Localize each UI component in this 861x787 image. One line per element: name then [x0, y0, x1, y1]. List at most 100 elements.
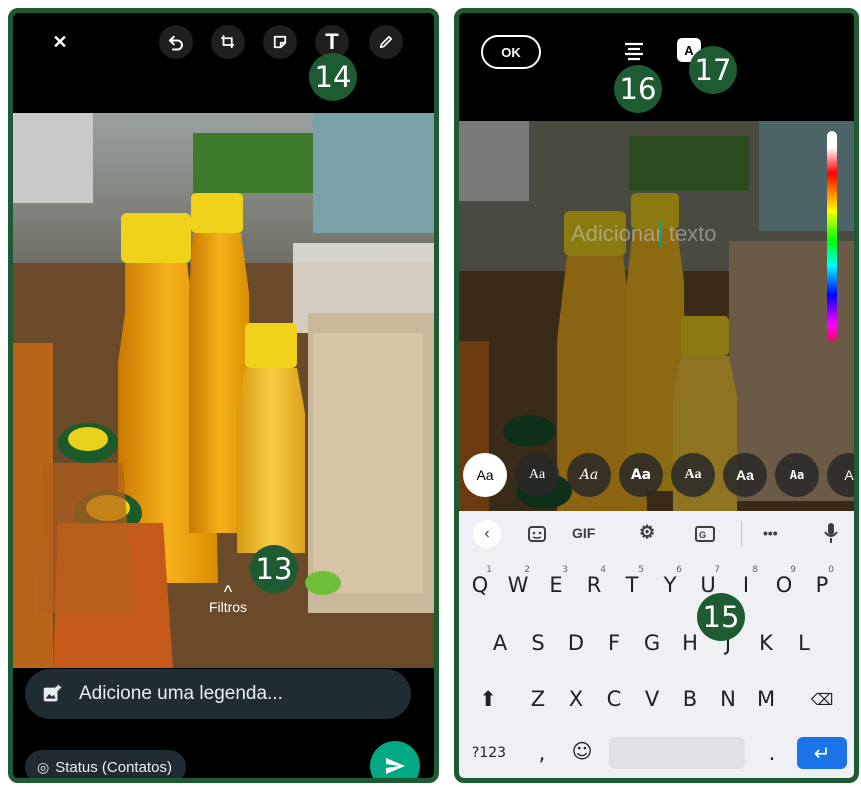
emoji-sticker-icon[interactable]: [527, 525, 547, 543]
key-y[interactable]: Y6: [653, 563, 687, 607]
key-number-hint: 4: [600, 565, 606, 575]
key-g[interactable]: G: [635, 621, 669, 665]
key-x[interactable]: X: [559, 677, 593, 721]
text-align-icon[interactable]: [621, 38, 647, 64]
callout-toolbar: 14: [309, 53, 357, 101]
filters-button[interactable]: ^ Filtros: [193, 582, 263, 615]
text-input-placeholder[interactable]: Adicionar texto: [571, 221, 717, 247]
key-s[interactable]: S: [521, 621, 555, 665]
spacebar[interactable]: [609, 737, 745, 769]
key-p[interactable]: P0: [805, 563, 839, 607]
backspace-icon[interactable]: ⌫: [805, 677, 839, 721]
key-number-hint: 7: [714, 565, 720, 575]
key-n[interactable]: N: [711, 677, 745, 721]
font-option[interactable]: Aa: [775, 453, 819, 497]
close-icon-glyph: ✕: [52, 31, 68, 52]
symbols-key[interactable]: ?123: [465, 731, 513, 775]
status-icon: ◎: [37, 758, 50, 775]
key-o[interactable]: O9: [767, 563, 801, 607]
text-cursor: [660, 221, 662, 247]
key-t[interactable]: T5: [615, 563, 649, 607]
undo-icon-glyph: [168, 35, 183, 51]
font-option[interactable]: Aa: [515, 453, 559, 497]
emoji-key-icon[interactable]: ☺: [565, 729, 599, 773]
key-v[interactable]: V: [635, 677, 669, 721]
key-w[interactable]: W2: [501, 563, 535, 607]
pencil-icon-glyph: [379, 35, 393, 49]
send-icon: [386, 758, 405, 774]
crop-rotate-icon[interactable]: [211, 25, 245, 59]
settings-gear-icon[interactable]: ⚙: [639, 522, 655, 543]
more-options-icon[interactable]: •••: [763, 525, 778, 541]
comma-key[interactable]: ,: [525, 731, 559, 775]
text-tool-glyph: T: [325, 29, 339, 54]
period-key[interactable]: .: [755, 731, 789, 775]
key-number-hint: 0: [828, 565, 834, 575]
key-f[interactable]: F: [597, 621, 631, 665]
crop-rotate-icon-glyph: [221, 35, 234, 48]
add-image-icon: [43, 684, 62, 702]
key-number-hint: 8: [752, 565, 758, 575]
key-number-hint: 2: [524, 565, 530, 575]
keyboard-back-icon[interactable]: ‹: [473, 520, 501, 548]
key-q[interactable]: Q1: [463, 563, 497, 607]
filters-label: Filtros: [208, 599, 248, 615]
font-option[interactable]: Aa: [671, 453, 715, 497]
send-button[interactable]: [370, 741, 420, 778]
font-option[interactable]: Aa: [619, 453, 663, 497]
key-e[interactable]: E3: [539, 563, 573, 607]
chevron-up-icon: ^: [223, 582, 233, 602]
caption-placeholder: Adicione uma legenda...: [79, 683, 283, 704]
undo-icon[interactable]: [159, 25, 193, 59]
key-number-hint: 9: [790, 565, 796, 575]
key-number-hint: 6: [676, 565, 682, 575]
translate-icon[interactable]: G: [694, 525, 716, 543]
key-a[interactable]: A: [483, 621, 517, 665]
callout-keyboard: 15: [697, 593, 745, 641]
callout-style: 17: [689, 46, 737, 94]
close-icon[interactable]: ✕: [43, 25, 77, 59]
sticker-icon[interactable]: [263, 25, 297, 59]
status-audience-button[interactable]: ◎ Status (Contatos): [25, 750, 186, 778]
callout-align: 16: [614, 65, 662, 113]
key-m[interactable]: M: [749, 677, 783, 721]
pencil-icon[interactable]: [369, 25, 403, 59]
key-label: T: [625, 573, 639, 597]
key-label: Q: [471, 573, 489, 597]
right-screen-text-editor: OK A 16 17 Adicionar texto Aa Aa Aa Aa A…: [454, 8, 859, 783]
font-option[interactable]: Aa: [463, 453, 507, 497]
key-k[interactable]: K: [749, 621, 783, 665]
key-label: W: [507, 573, 529, 597]
font-option[interactable]: Aa: [723, 453, 767, 497]
ok-label: OK: [501, 44, 521, 60]
shift-key-icon[interactable]: ⬆: [471, 677, 505, 721]
enter-key-icon[interactable]: ↵: [797, 737, 847, 769]
key-c[interactable]: C: [597, 677, 631, 721]
key-label: E: [549, 573, 563, 597]
key-number-hint: 5: [638, 565, 644, 575]
left-screen-editor: ✕ T 14 13 ^ Filtros Adicione uma legenda…: [8, 8, 439, 783]
caption-input[interactable]: Adicione uma legenda...: [25, 669, 411, 719]
key-l[interactable]: L: [787, 621, 821, 665]
key-label: Y: [663, 573, 677, 597]
status-label: Status (Contatos): [55, 758, 172, 776]
gif-button[interactable]: GIF: [572, 525, 595, 541]
key-label: O: [775, 573, 793, 597]
toolbar-divider: [741, 521, 742, 547]
key-d[interactable]: D: [559, 621, 593, 665]
color-picker-slider[interactable]: [827, 131, 837, 341]
key-z[interactable]: Z: [521, 677, 555, 721]
key-r[interactable]: R4: [577, 563, 611, 607]
key-number-hint: 3: [562, 565, 568, 575]
ok-button[interactable]: OK: [481, 35, 541, 69]
editor-toolbar: ✕ T: [13, 13, 434, 73]
font-option[interactable]: Aa: [567, 453, 611, 497]
key-label: R: [586, 573, 602, 597]
onscreen-keyboard: ‹ GIF ⚙ G ••• Q1 W2 E3 R4 T5 Y6 U7 I8 O9…: [459, 511, 854, 778]
key-label: P: [815, 573, 829, 597]
font-selector: Aa Aa Aa Aa Aa Aa Aa A: [463, 453, 854, 497]
microphone-icon[interactable]: [823, 522, 839, 544]
font-option[interactable]: A: [827, 453, 854, 497]
key-b[interactable]: B: [673, 677, 707, 721]
svg-text:G: G: [699, 530, 706, 540]
